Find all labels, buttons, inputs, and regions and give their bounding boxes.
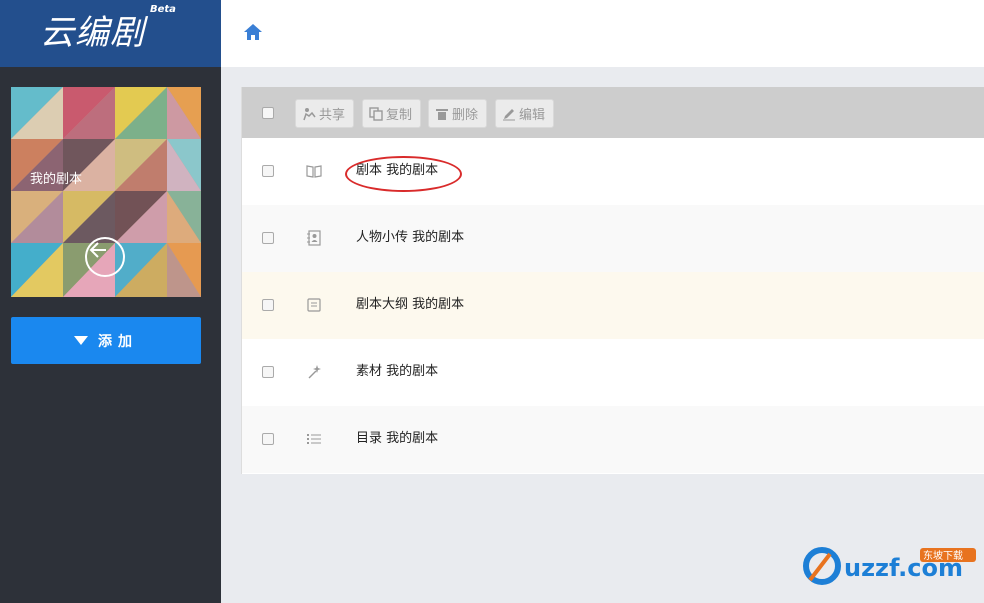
list-item[interactable]: 素材 我的剧本 [242,339,984,406]
share-label: 共享 [319,108,346,123]
magic-wand-icon [308,365,321,379]
cover-title: 我的剧本 [30,172,83,187]
edit-label: 编辑 [519,108,546,123]
list-item[interactable]: 人物小传 我的剧本 [242,205,984,272]
share-icon [303,107,316,120]
copy-icon [369,106,383,121]
add-button-label: 添加 [98,333,138,350]
caret-down-icon [74,336,88,345]
item-label: 素材 我的剧本 [356,364,439,379]
watermark-logo: uzzf.com 东坡下载 [803,547,976,585]
back-button[interactable] [85,237,125,277]
logo[interactable]: 云编剧 Beta [0,0,221,67]
item-label: 目录 我的剧本 [356,431,439,446]
item-label: 人物小传 我的剧本 [356,230,465,245]
share-button[interactable]: 共享 [295,99,355,128]
contact-book-icon [307,230,321,246]
toolbar: 共享 复制 删除 编辑 [242,87,984,138]
sidebar: 云编剧 Beta 我的剧本 添加 [0,0,221,603]
list-item[interactable]: 剧本大纲 我的剧本 [242,272,984,339]
row-checkbox[interactable] [262,232,274,244]
select-all-checkbox[interactable] [262,107,274,119]
file-list-panel: 共享 复制 删除 编辑 剧本 我的剧本 人物小传 我的剧本 剧本大纲 我的剧本 … [241,87,984,474]
top-bar [221,0,984,67]
list-item[interactable]: 剧本 我的剧本 [242,138,984,205]
copy-button[interactable]: 复制 [362,99,422,128]
list-item[interactable]: 目录 我的剧本 [242,406,984,473]
row-checkbox[interactable] [262,299,274,311]
home-icon[interactable] [243,22,263,42]
item-label: 剧本 我的剧本 [356,163,439,178]
project-cover[interactable]: 我的剧本 [11,87,201,297]
edit-button[interactable]: 编辑 [495,99,555,128]
logo-text: 云编剧 [40,13,145,53]
delete-label: 删除 [452,108,479,123]
delete-button[interactable]: 删除 [428,99,488,128]
row-checkbox[interactable] [262,165,274,177]
book-open-icon [306,165,322,178]
outline-doc-icon [307,298,321,312]
arrow-left-icon [89,242,106,258]
copy-label: 复制 [386,108,413,123]
trash-icon [436,108,448,120]
item-label: 剧本大纲 我的剧本 [356,297,465,312]
row-checkbox[interactable] [262,433,274,445]
pencil-icon [503,108,515,120]
row-checkbox[interactable] [262,366,274,378]
list-icon [307,434,321,444]
watermark-sub: 东坡下载 [923,549,963,562]
beta-badge: Beta [150,4,176,15]
add-button[interactable]: 添加 [11,317,201,364]
